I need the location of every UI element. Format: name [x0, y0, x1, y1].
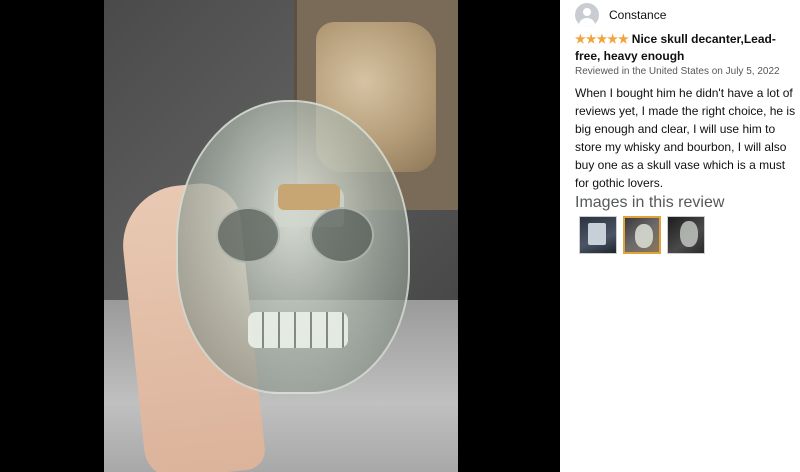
review-panel: Constance ★★★★★ Nice skull decanter,Lead-… [575, 0, 795, 472]
review-image-thumbnail-1[interactable] [579, 216, 617, 254]
skull-eye-right [310, 207, 374, 263]
cork-stopper [278, 184, 340, 210]
skull-teeth [248, 312, 348, 348]
image-viewer [0, 0, 560, 472]
thumbnail-strip [579, 216, 705, 254]
thumbnail-content [635, 224, 653, 248]
thumbnail-content [680, 221, 698, 247]
author-row: Constance [575, 2, 666, 28]
rating-stars-icon: ★★★★★ [575, 32, 629, 46]
avatar-icon [575, 3, 599, 27]
review-image-thumbnail-3[interactable] [667, 216, 705, 254]
skull-decanter [176, 100, 410, 394]
review-body: When I bought him he didn't have a lot o… [575, 86, 796, 190]
thumbnail-content [588, 223, 606, 245]
review-date: Reviewed in the United States on July 5,… [575, 66, 780, 77]
author-name: Constance [609, 8, 667, 22]
skull-eye-left [216, 207, 280, 263]
review-title-block: ★★★★★ Nice skull decanter,Lead-free, heav… [575, 31, 795, 65]
review-photo[interactable] [104, 0, 458, 472]
images-heading: Images in this review [575, 194, 725, 211]
review-image-thumbnail-2[interactable] [623, 216, 661, 254]
